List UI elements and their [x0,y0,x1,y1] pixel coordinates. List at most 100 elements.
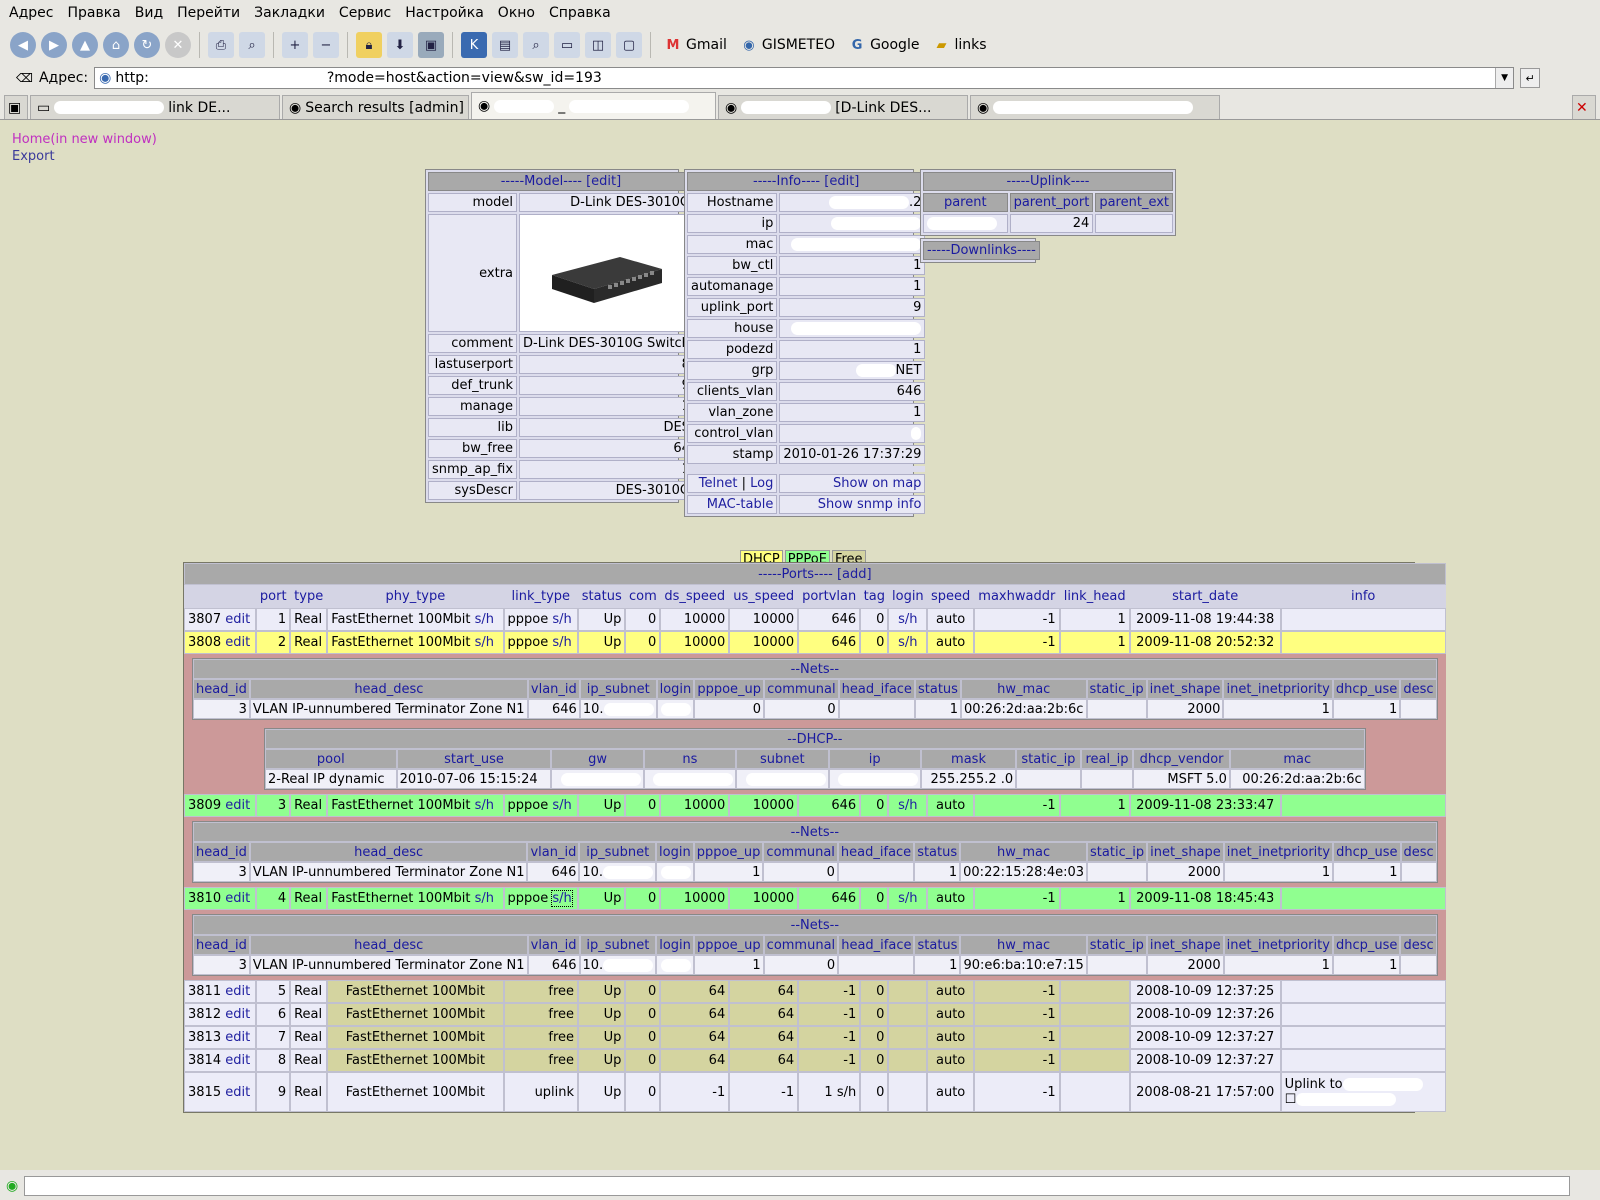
nets-header: head_id [193,935,250,955]
menu-item[interactable]: Закладки [247,5,332,21]
tab-5[interactable]: ◉ [970,95,1220,119]
link-sh-link[interactable]: s/h [551,890,573,907]
phy-sh-link[interactable]: s/h [475,612,494,627]
menu-item[interactable]: Сервис [332,5,398,21]
info-edit-link[interactable]: [edit] [824,174,859,189]
bookmark-gmail[interactable]: M Gmail [663,35,727,55]
nets-header: static_ip [1086,679,1147,699]
port-login-link[interactable]: s/h [888,794,928,817]
ad-block-icon[interactable]: ▣ [418,32,444,58]
find-icon[interactable]: ⌕ [239,32,265,58]
menu-item[interactable]: Вид [128,5,170,21]
link-sh-link[interactable]: s/h [552,798,571,813]
port-login-link[interactable]: s/h [888,631,928,654]
phy-sh-link[interactable]: s/h [475,635,494,650]
search-icon[interactable]: ⌕ [523,32,549,58]
up-icon[interactable]: ▲ [72,32,98,58]
phy-text: FastEthernet 100Mbit [331,891,471,906]
bookmark-links[interactable]: ▰ links [931,35,986,55]
tab-label: Search results [admin] [305,99,464,116]
split-horizontal-icon[interactable]: ▭ [554,32,580,58]
nets-cell: 0 [694,699,765,719]
log-link[interactable]: Log [750,476,773,491]
port-login-link[interactable] [888,1049,928,1072]
port-login-link[interactable] [888,1026,928,1049]
port-edit-link[interactable]: edit [225,1053,250,1068]
link-sh-link[interactable]: s/h [552,612,571,627]
view-icon[interactable]: ▤ [492,32,518,58]
tab-3[interactable]: ◉ _ [471,92,716,119]
bookmark-google[interactable]: G Google [847,35,920,55]
download-icon[interactable]: ⬇ [387,32,413,58]
lock-icon[interactable]: 🔒︎ [356,32,382,58]
url-dropdown-icon[interactable]: ▼ [1495,68,1514,88]
port-login-link[interactable]: s/h [888,608,928,631]
ports-title: -----Ports---- [add] [184,563,1446,585]
port-link-type: free [503,980,579,1003]
port-edit-link[interactable]: edit [225,1085,250,1100]
forward-icon[interactable]: ▶ [41,32,67,58]
print-icon[interactable]: ⎙ [208,32,234,58]
new-tab-button[interactable]: ▣ [4,95,28,119]
menu-item[interactable]: Правка [60,5,127,21]
checkbox-icon[interactable]: ☐ [1285,1092,1297,1107]
port-edit-link[interactable]: edit [225,612,250,627]
mac-table-link[interactable]: MAC-table [707,497,774,512]
port-tag: 0 [860,1049,889,1072]
menu-item[interactable]: Справка [542,5,618,21]
close-tab-button[interactable]: ✕ [1572,95,1596,119]
kde-icon[interactable]: K [461,32,487,58]
reload-icon[interactable]: ↻ [134,32,160,58]
menu-item[interactable]: Перейти [170,5,247,21]
split-vertical-icon[interactable]: ◫ [585,32,611,58]
tab-1[interactable]: ▭ link DE... [30,95,280,119]
port-edit-link[interactable]: edit [225,635,250,650]
port-type: Real [290,1003,328,1026]
home-link[interactable]: Home(in new window) [12,132,157,147]
phy-sh-link[interactable]: s/h [475,798,494,813]
port-login-link[interactable] [888,1072,928,1112]
port-login-link[interactable] [888,1003,928,1026]
link-text: pppoe [507,798,549,813]
show-on-map-link[interactable]: Show on map [833,476,921,491]
link-sh-link[interactable]: s/h [552,635,571,650]
url-suffix: ?mode=host&action=view&sw_id=193 [326,70,602,86]
nets-header: dhcp_use [1332,679,1401,699]
clear-address-icon[interactable]: ⌫ [16,71,33,85]
phy-sh-link[interactable]: s/h [475,891,494,906]
menu-item[interactable]: Окно [491,5,542,21]
export-link[interactable]: Export [12,149,55,164]
back-icon[interactable]: ◀ [10,32,36,58]
port-edit-link[interactable]: edit [225,984,250,999]
nets-header: ip_subnet [579,679,657,699]
zoom-out-icon[interactable]: − [313,32,339,58]
menu-item[interactable]: Настройка [398,5,491,21]
stop-icon[interactable]: ✕ [165,32,191,58]
model-edit-link[interactable]: [edit] [586,174,621,189]
ports-add-link[interactable]: [add] [837,567,872,582]
port-login-link[interactable] [888,980,928,1003]
port-login-link[interactable]: s/h [888,887,928,910]
url-input[interactable]: ◉ http: ?mode=host&action=view&sw_id=193… [94,67,1515,89]
redacted [791,322,922,335]
port-edit-link[interactable]: edit [225,891,250,906]
bookmark-gismeteo[interactable]: ◉ GISMETEO [739,35,835,55]
new-tab-icon: ▣ [8,99,22,116]
port-edit-link[interactable]: edit [225,1030,250,1045]
show-snmp-link[interactable]: Show snmp info [818,497,922,512]
home-icon[interactable]: ⌂ [103,32,129,58]
tab-4[interactable]: ◉ [D-Link DES... [718,95,968,119]
port-edit-link[interactable]: edit [225,1007,250,1022]
menu-item[interactable]: Адрес [2,5,60,21]
port-edit-link[interactable]: edit [225,798,250,813]
phy-text: FastEthernet 100Mbit [345,1084,485,1100]
go-button[interactable]: ↵ [1520,68,1541,88]
zoom-in-icon[interactable]: + [282,32,308,58]
nets-header: inet_shape [1146,935,1224,955]
port-com: 0 [625,1049,661,1072]
window-icon[interactable]: ▢ [616,32,642,58]
telnet-link[interactable]: Telnet [699,476,738,491]
nets-section: --Nets-- head_id head_desc vlan_id ip_subnet… [184,817,1446,887]
uplink-parent[interactable] [923,214,1008,233]
tab-2[interactable]: ◉ Search results [admin] [282,95,469,119]
